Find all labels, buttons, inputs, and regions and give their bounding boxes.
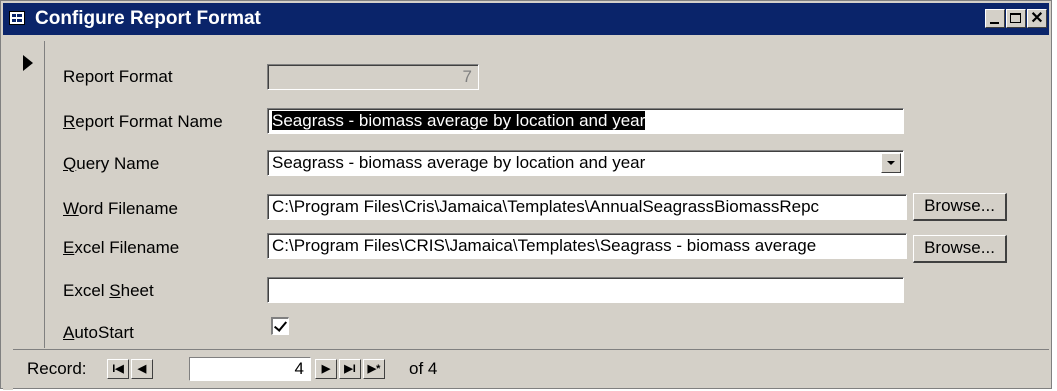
- record-label: Record:: [27, 359, 87, 378]
- excel-filename-label-text: xcel Filename: [74, 238, 180, 257]
- autostart-checkbox[interactable]: [271, 317, 289, 335]
- report-format-label: Report Format: [63, 67, 173, 86]
- excel-sheet-accel: S: [109, 281, 121, 300]
- excel-filename-accel: E: [63, 238, 75, 257]
- maximize-button[interactable]: [1006, 9, 1026, 28]
- excel-filename-label: Excel Filename: [63, 238, 179, 258]
- window-title: Configure Report Format: [35, 8, 261, 29]
- excel-sheet-label: Excel Sheet: [63, 281, 154, 301]
- autostart-label-text: utoStart: [74, 323, 134, 342]
- new-record-button[interactable]: ▶*: [363, 359, 385, 379]
- excel-sheet-label-text: heet: [120, 281, 154, 300]
- next-record-button[interactable]: ▶: [315, 359, 337, 379]
- word-filename-accel: W: [63, 199, 79, 218]
- current-record-input[interactable]: 4: [189, 357, 311, 381]
- close-icon: ✕: [1030, 10, 1044, 27]
- minimize-icon: [990, 22, 999, 24]
- record-count: of 4: [409, 359, 438, 378]
- previous-record-button[interactable]: ◀: [131, 359, 153, 379]
- configure-report-format-window: Configure Report Format ✕ Report Format …: [0, 0, 1052, 390]
- query-name-accel: Q: [63, 154, 77, 173]
- title-bar[interactable]: Configure Report Format ✕: [3, 3, 1049, 35]
- word-filename-value: C:\Program Files\Cris\Jamaica\Templates\…: [272, 197, 820, 216]
- word-filename-input[interactable]: C:\Program Files\Cris\Jamaica\Templates\…: [267, 194, 907, 220]
- current-record-arrow-icon: [23, 55, 33, 71]
- last-record-button[interactable]: ▶I: [339, 359, 361, 379]
- excel-filename-value: C:\Program Files\CRIS\Jamaica\Templates\…: [272, 236, 817, 255]
- excel-browse-button[interactable]: Browse...: [913, 235, 1007, 263]
- report-format-name-value: Seagrass - biomass average by location a…: [272, 111, 646, 130]
- record-navigation-bar: Record: I◀ ◀ 4 ▶ ▶I ▶* of 4: [13, 349, 1049, 388]
- query-name-label-text: uery Name: [76, 154, 160, 173]
- minimize-button[interactable]: [985, 9, 1005, 28]
- report-format-name-accel: R: [63, 112, 76, 131]
- report-format-name-label-text: eport Format Name: [75, 112, 223, 131]
- excel-sheet-label-pre: Excel: [63, 281, 110, 300]
- report-format-field: 7: [267, 64, 479, 90]
- query-name-value: Seagrass - biomass average by location a…: [272, 153, 646, 172]
- report-format-name-input[interactable]: Seagrass - biomass average by location a…: [267, 108, 904, 134]
- first-record-button[interactable]: I◀: [107, 359, 129, 379]
- query-name-label: Query Name: [63, 154, 159, 174]
- report-format-value: 7: [462, 67, 472, 86]
- word-filename-label: Word Filename: [63, 199, 178, 219]
- query-name-combobox[interactable]: Seagrass - biomass average by location a…: [267, 150, 904, 176]
- autostart-label: AutoStart: [63, 323, 134, 343]
- word-browse-button[interactable]: Browse...: [913, 193, 1007, 221]
- autostart-accel: A: [63, 323, 75, 342]
- form-icon: [9, 11, 25, 25]
- maximize-icon: [1010, 13, 1021, 23]
- record-selector[interactable]: [13, 41, 45, 348]
- excel-filename-input[interactable]: C:\Program Files\CRIS\Jamaica\Templates\…: [267, 233, 907, 259]
- report-format-name-label: Report Format Name: [63, 112, 223, 132]
- word-filename-label-text: ord Filename: [78, 199, 178, 218]
- close-button[interactable]: ✕: [1027, 9, 1047, 28]
- window-left-border: [3, 35, 13, 390]
- query-name-dropdown-button[interactable]: [881, 153, 901, 173]
- excel-sheet-input[interactable]: [267, 277, 904, 303]
